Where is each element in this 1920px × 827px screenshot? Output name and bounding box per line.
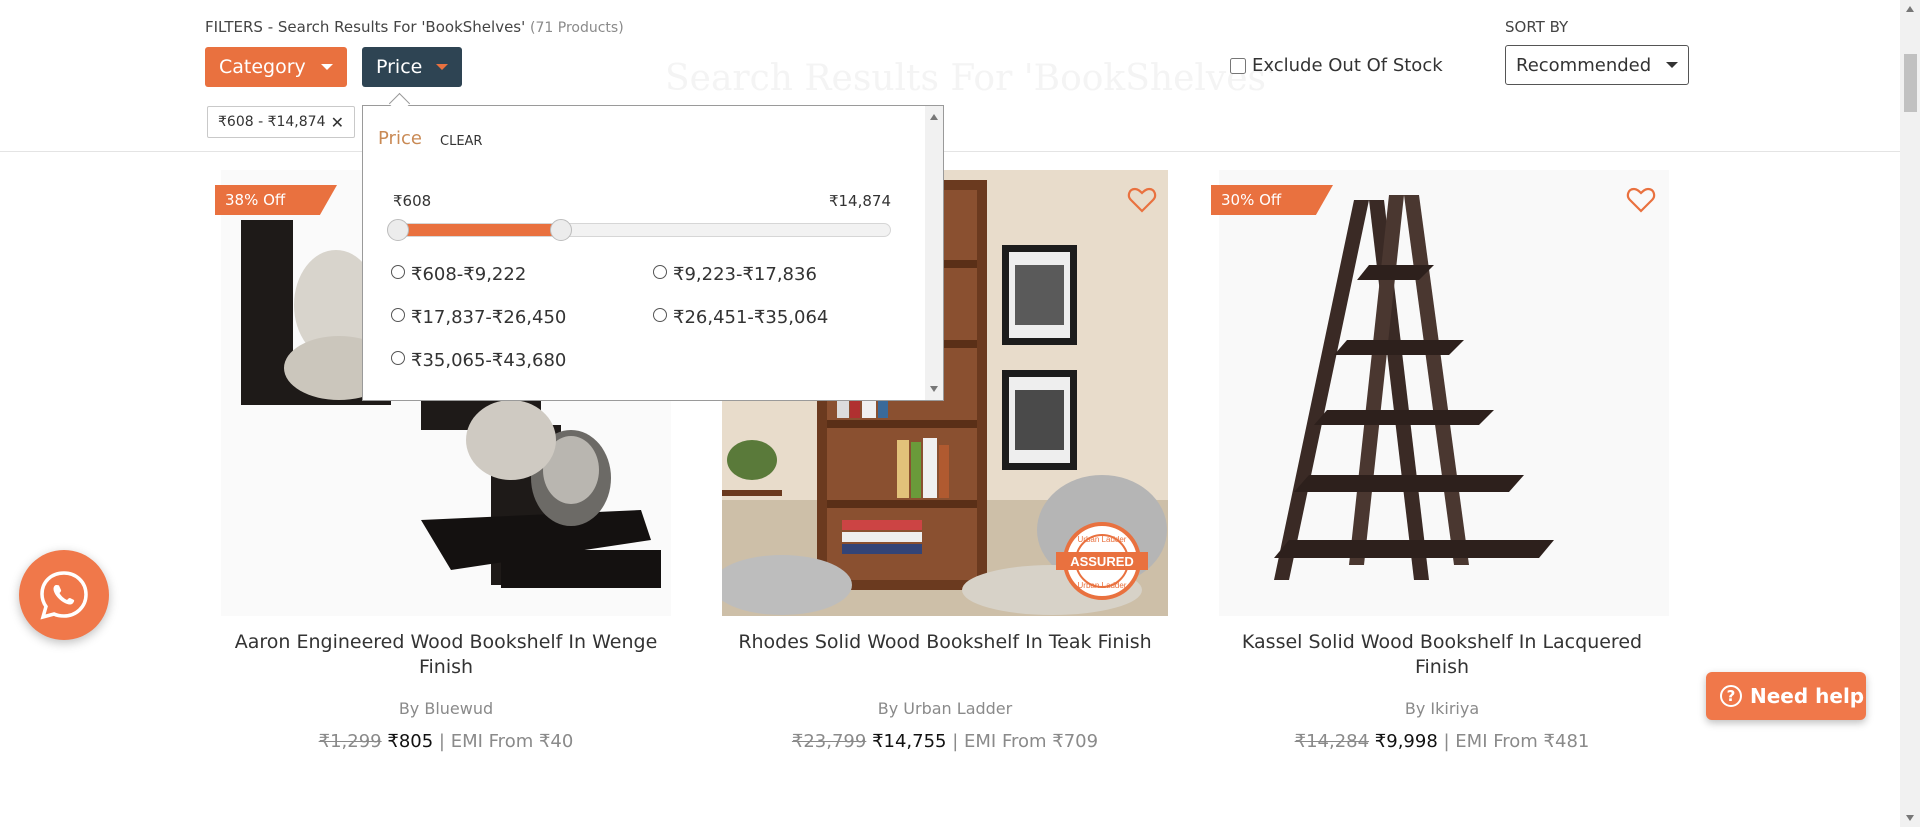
page-scrollbar[interactable] bbox=[1900, 0, 1920, 827]
price-option[interactable]: ₹26,451-₹35,064 bbox=[653, 307, 828, 328]
panel-scrollbar[interactable] bbox=[925, 106, 943, 400]
need-help-label: Need help bbox=[1750, 684, 1865, 708]
price-option[interactable]: ₹17,837-₹26,450 bbox=[391, 307, 566, 328]
arrow-up-icon[interactable] bbox=[930, 114, 938, 120]
ladder-shelf-image bbox=[1219, 170, 1669, 616]
current-price: ₹14,755 bbox=[872, 731, 947, 752]
price-option-label: ₹9,223-₹17,836 bbox=[673, 264, 817, 285]
current-price: ₹805 bbox=[387, 731, 434, 752]
sort-select[interactable]: Recommended bbox=[1505, 45, 1689, 85]
whatsapp-icon bbox=[40, 571, 88, 620]
assured-badge-label: ASSURED bbox=[1070, 554, 1134, 569]
close-icon[interactable]: ✕ bbox=[331, 113, 344, 132]
discount-badge: 38% Off bbox=[215, 185, 337, 215]
filters-label: FILTERS - Search Results For 'BookShelve… bbox=[205, 18, 526, 36]
assured-ring-bottom: Urban Ladder bbox=[1078, 581, 1127, 590]
discount-badge-label: 38% Off bbox=[225, 191, 286, 209]
radio-icon[interactable] bbox=[653, 307, 667, 322]
assured-ring-top: Urban Ladder bbox=[1078, 535, 1127, 544]
product-brand: By Bluewud bbox=[398, 699, 494, 718]
radio-icon[interactable] bbox=[391, 350, 405, 365]
page-title: Search Results For 'BookShelves' bbox=[665, 58, 1276, 99]
radio-icon[interactable] bbox=[391, 307, 405, 322]
radio-icon[interactable] bbox=[653, 264, 667, 279]
sort-by-label: SORT BY bbox=[1505, 18, 1569, 36]
price-filter-panel: Price CLEAR ₹608 ₹14,874 ₹608-₹9,222 ₹9,… bbox=[362, 105, 944, 401]
discount-badge-label: 30% Off bbox=[1221, 191, 1282, 209]
assured-badge: ASSURED Urban Ladder Urban Ladder bbox=[1050, 522, 1154, 600]
product-price: ₹23,799 ₹14,755 | EMI From ₹709 bbox=[725, 731, 1165, 752]
product-image[interactable] bbox=[1219, 170, 1669, 616]
product-title[interactable]: Aaron Engineered Wood Bookshelf In Wenge… bbox=[226, 630, 666, 680]
arrow-up-icon[interactable] bbox=[1906, 6, 1914, 12]
slider-min-handle[interactable] bbox=[387, 219, 409, 241]
heart-icon[interactable] bbox=[1126, 184, 1158, 216]
product-count: (71 Products) bbox=[530, 20, 624, 36]
slider-max-handle[interactable] bbox=[550, 219, 572, 241]
arrow-down-icon[interactable] bbox=[930, 386, 938, 392]
price-option-label: ₹26,451-₹35,064 bbox=[673, 307, 829, 328]
emi-text: | EMI From ₹40 bbox=[438, 731, 574, 752]
price-option[interactable]: ₹608-₹9,222 bbox=[391, 264, 526, 285]
need-help-button[interactable]: ? Need help bbox=[1706, 672, 1866, 720]
panel-title: Price bbox=[378, 128, 422, 149]
price-slider-track[interactable] bbox=[391, 223, 891, 237]
product-price: ₹14,284 ₹9,998 | EMI From ₹481 bbox=[1222, 731, 1662, 752]
emi-text: | EMI From ₹481 bbox=[1443, 731, 1590, 752]
clear-button[interactable]: CLEAR bbox=[440, 134, 482, 149]
product-brand: By Urban Ladder bbox=[877, 699, 1013, 718]
category-filter-label: Category bbox=[219, 56, 306, 78]
product-title[interactable]: Rhodes Solid Wood Bookshelf In Teak Fini… bbox=[725, 630, 1165, 655]
filters-title: FILTERS - Search Results For 'BookShelve… bbox=[205, 18, 624, 36]
active-filter-chip-label: ₹608 - ₹14,874 bbox=[218, 114, 326, 130]
price-option[interactable]: ₹9,223-₹17,836 bbox=[653, 264, 817, 285]
help-icon: ? bbox=[1720, 685, 1742, 707]
current-price: ₹9,998 bbox=[1374, 731, 1438, 752]
header-divider bbox=[0, 151, 1900, 152]
arrow-down-icon[interactable] bbox=[1906, 815, 1914, 821]
whatsapp-button[interactable] bbox=[19, 550, 109, 640]
chevron-down-icon bbox=[321, 64, 333, 70]
price-option-label: ₹35,065-₹43,680 bbox=[411, 350, 567, 371]
radio-icon[interactable] bbox=[391, 264, 405, 279]
category-filter-button[interactable]: Category bbox=[205, 47, 347, 87]
price-option-label: ₹608-₹9,222 bbox=[411, 264, 527, 285]
old-price: ₹1,299 bbox=[318, 731, 382, 752]
range-min-label: ₹608 bbox=[393, 192, 432, 210]
exclude-out-of-stock-label: Exclude Out Of Stock bbox=[1252, 55, 1443, 76]
old-price: ₹23,799 bbox=[791, 731, 867, 752]
sort-select-value: Recommended bbox=[1516, 54, 1652, 76]
chevron-down-icon bbox=[1666, 62, 1678, 68]
discount-badge: 30% Off bbox=[1211, 185, 1333, 215]
range-max-label: ₹14,874 bbox=[828, 192, 891, 210]
emi-text: | EMI From ₹709 bbox=[952, 731, 1099, 752]
price-slider-fill bbox=[392, 224, 562, 236]
price-option-label: ₹17,837-₹26,450 bbox=[411, 307, 567, 328]
active-filter-chip: ₹608 - ₹14,874 ✕ bbox=[207, 106, 355, 138]
chevron-down-icon bbox=[436, 64, 448, 70]
scrollbar-thumb[interactable] bbox=[1904, 54, 1917, 112]
heart-icon[interactable] bbox=[1625, 184, 1657, 216]
product-brand: By Ikiriya bbox=[1404, 699, 1480, 718]
exclude-out-of-stock-checkbox[interactable] bbox=[1230, 57, 1246, 74]
exclude-out-of-stock[interactable]: Exclude Out Of Stock bbox=[1230, 55, 1443, 76]
product-price: ₹1,299 ₹805 | EMI From ₹40 bbox=[226, 731, 666, 752]
old-price: ₹14,284 bbox=[1294, 731, 1370, 752]
price-option[interactable]: ₹35,065-₹43,680 bbox=[391, 350, 566, 371]
product-title[interactable]: Kassel Solid Wood Bookshelf In Lacquered… bbox=[1222, 630, 1662, 680]
price-filter-label: Price bbox=[376, 56, 423, 78]
price-filter-button[interactable]: Price bbox=[362, 47, 462, 87]
